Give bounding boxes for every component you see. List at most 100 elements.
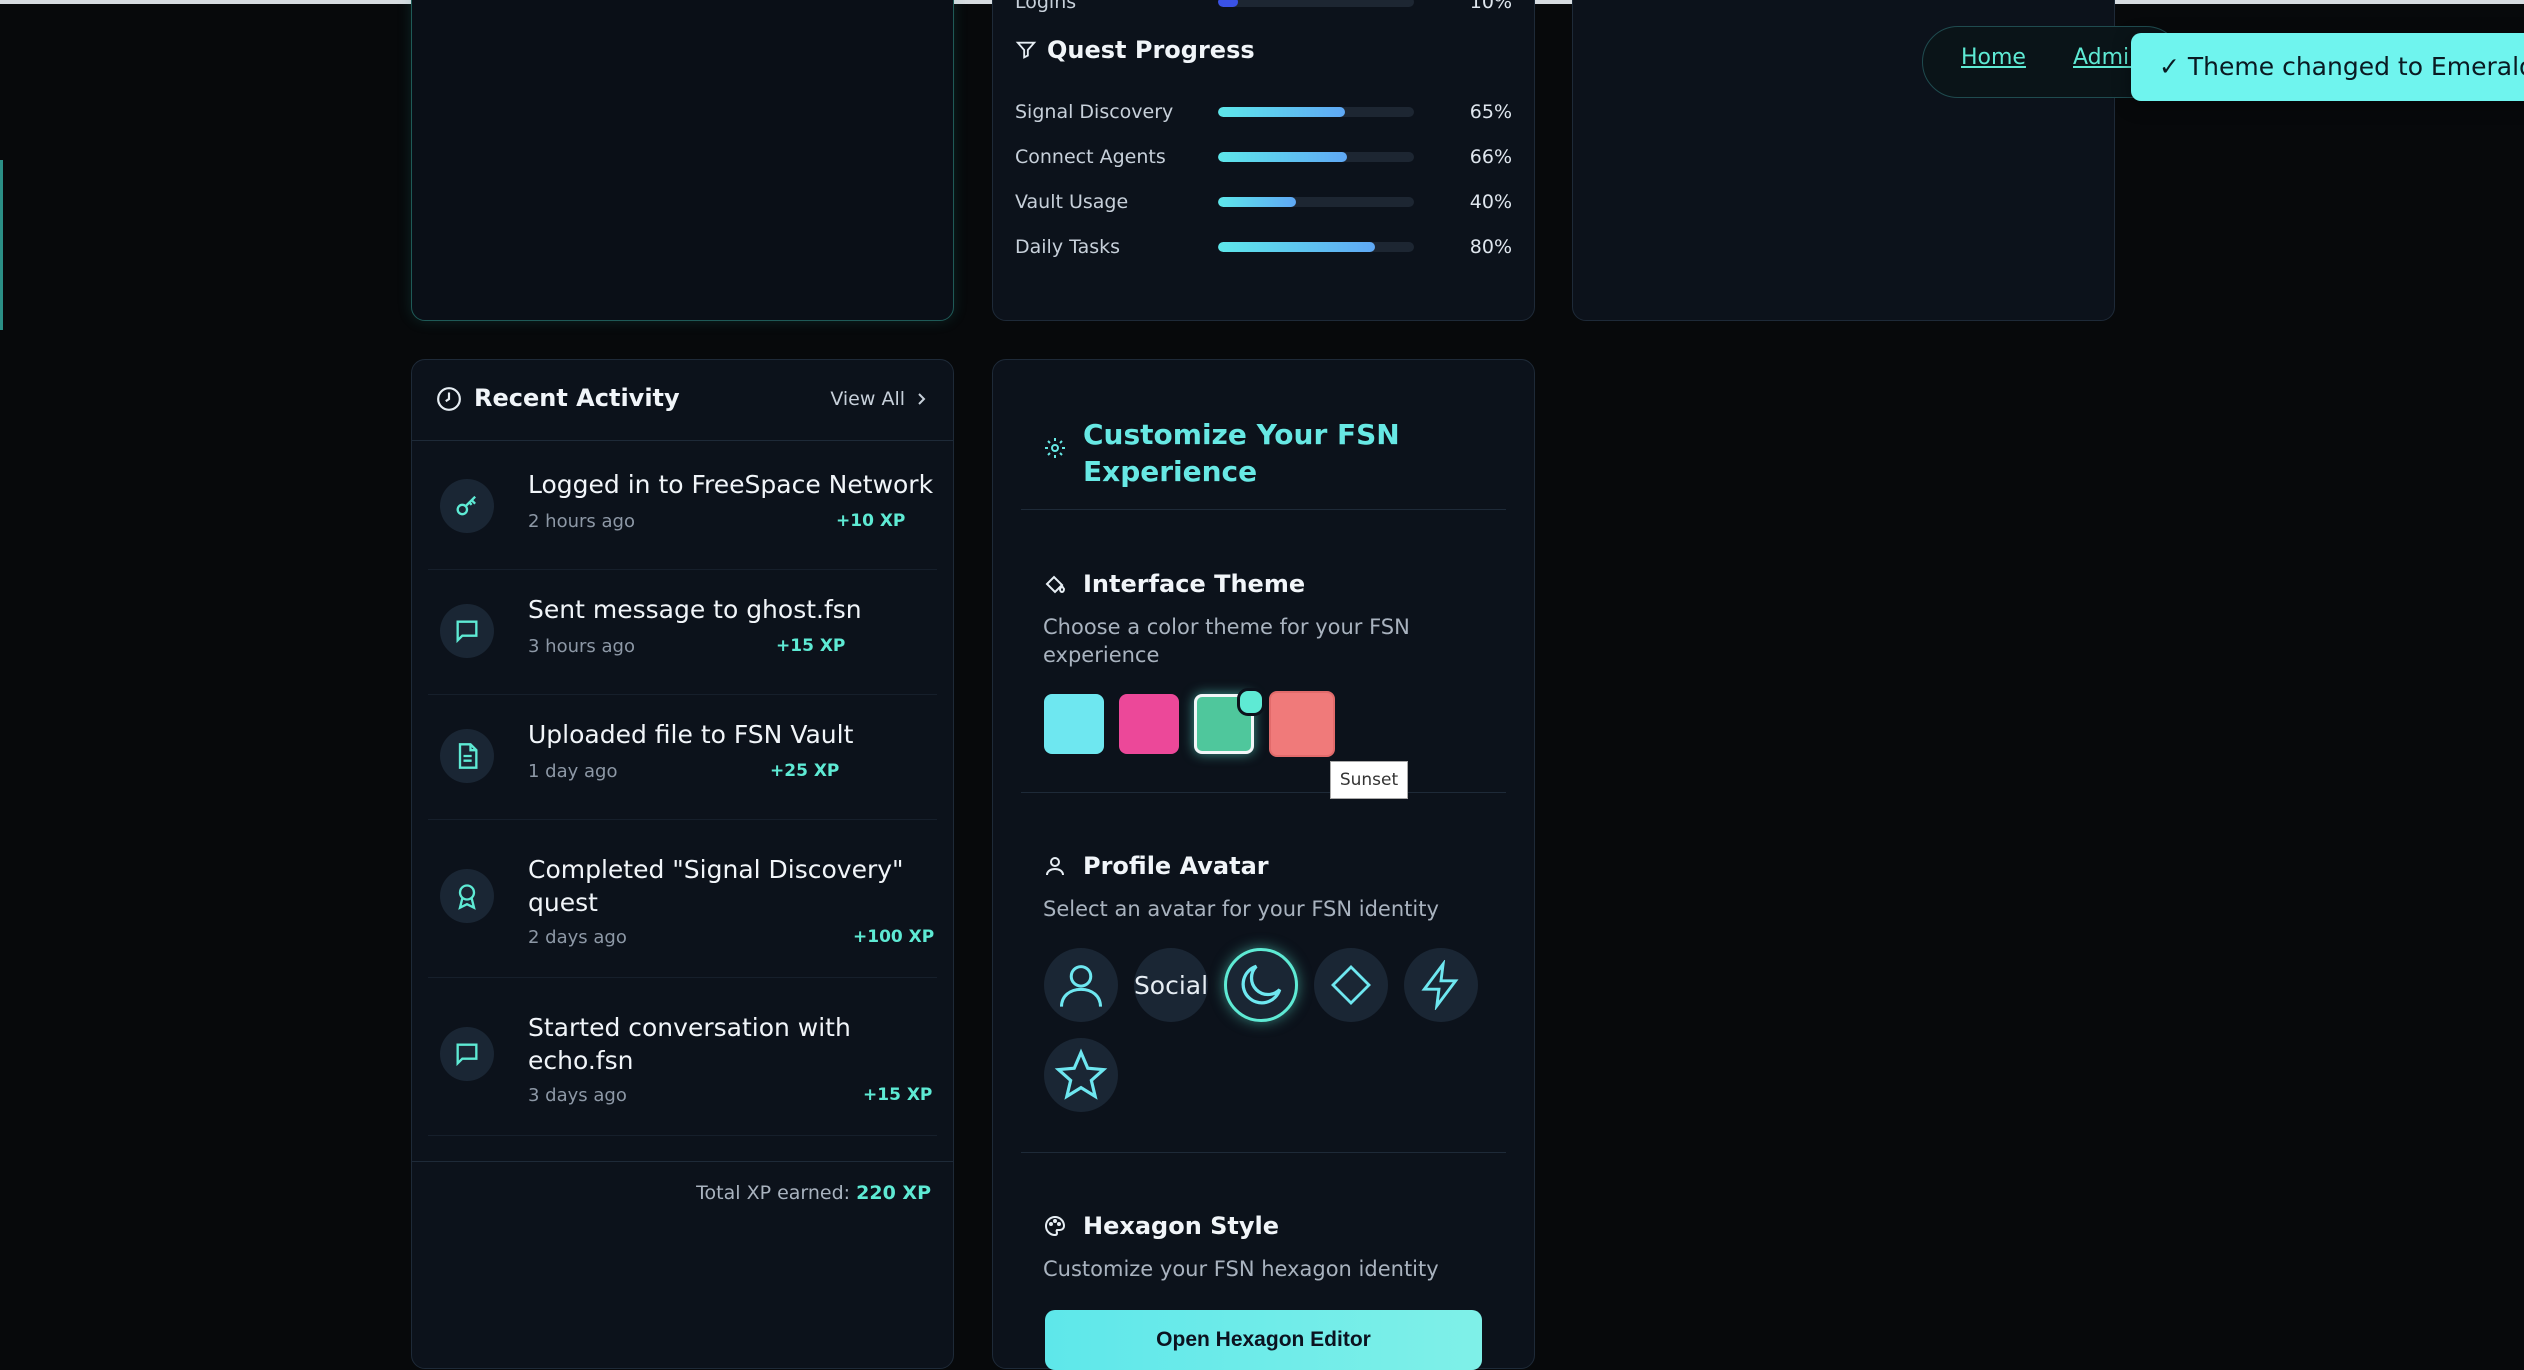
quest-label: Daily Tasks <box>1015 236 1121 258</box>
chevron-right-icon <box>918 393 926 405</box>
hexagon-title: Hexagon Style <box>1083 1212 1280 1240</box>
quest-track <box>1218 197 1414 207</box>
activity-time: 1 day ago <box>528 761 618 782</box>
moon-icon <box>1241 964 1282 1005</box>
message-icon <box>440 1027 494 1081</box>
file-icon <box>440 729 494 783</box>
avatar-description: Select an avatar for your FSN identity <box>1043 897 1439 921</box>
selected-indicator-dot <box>1237 688 1265 716</box>
progress-track <box>1218 0 1414 7</box>
activity-item[interactable]: Logged in to FreeSpace Network 2 hours a… <box>428 444 937 570</box>
key-icon <box>440 479 494 533</box>
stats-panel: Logins 10% Quest Progress Signal Discove… <box>992 0 1535 321</box>
left-edge-accent <box>0 160 3 330</box>
activity-item[interactable]: Completed "Signal Discovery" quest 2 day… <box>428 819 937 978</box>
message-icon <box>440 604 494 658</box>
activity-xp: +100 XP <box>853 927 935 947</box>
activity-text: Sent message to ghost.fsn <box>528 595 862 624</box>
theme-swatch-sunset[interactable] <box>1269 691 1335 757</box>
filter-icon <box>1015 39 1037 61</box>
total-xp-value: 220 XP <box>856 1182 931 1204</box>
hexagon-description: Customize your FSN hexagon identity <box>1043 1257 1439 1281</box>
quest-value: 65% <box>1469 101 1512 123</box>
quest-fill <box>1218 197 1297 207</box>
activity-xp: +15 XP <box>863 1085 933 1105</box>
activity-footer-divider <box>412 1161 953 1162</box>
award-icon <box>440 869 494 923</box>
social-image-icon: Social <box>1133 970 1209 1000</box>
theme-title: Interface Theme <box>1083 570 1306 598</box>
avatar-option-moon[interactable] <box>1224 948 1298 1022</box>
bolt-icon <box>1421 960 1459 1010</box>
quest-row: Connect Agents 66% <box>1015 142 1512 172</box>
theme-swatch-pink[interactable] <box>1119 694 1179 754</box>
activity-text: Uploaded file to FSN Vault <box>528 720 854 749</box>
open-hexagon-editor-button[interactable]: Open Hexagon Editor <box>1045 1310 1482 1370</box>
theme-swatch-cyan[interactable] <box>1044 694 1104 754</box>
user-icon <box>1059 965 1103 1007</box>
activity-title: Recent Activity <box>474 384 680 412</box>
quest-label: Signal Discovery <box>1015 101 1174 123</box>
divider <box>1021 792 1506 793</box>
progress-value: 10% <box>1469 0 1512 13</box>
theme-description: Choose a color theme for your FSN experi… <box>1043 615 1410 667</box>
quest-fill <box>1218 107 1346 117</box>
panel-empty <box>411 0 954 321</box>
quest-fill <box>1218 242 1375 252</box>
progress-row-logins: Logins 10% <box>1015 0 1512 17</box>
activity-text: Logged in to FreeSpace Network <box>528 470 934 499</box>
view-all-label: View All <box>830 388 905 410</box>
total-xp-label: Total XP earned: <box>696 1182 851 1204</box>
gear-icon <box>1043 436 1067 460</box>
toast-notification: ✓ Theme changed to Emerald <box>2131 33 2524 101</box>
progress-fill <box>1218 0 1238 7</box>
activity-xp: +10 XP <box>836 511 906 531</box>
clock-icon <box>436 386 462 412</box>
quest-track <box>1218 107 1414 117</box>
quest-value: 40% <box>1469 191 1512 213</box>
avatar-option-diamond[interactable] <box>1314 948 1388 1022</box>
paint-bucket-icon <box>1043 574 1067 598</box>
user-icon <box>1043 854 1067 878</box>
quest-track <box>1218 242 1414 252</box>
customize-title: Customize Your FSN Experience <box>1083 418 1400 488</box>
quest-label: Vault Usage <box>1015 191 1129 213</box>
avatar-title: Profile Avatar <box>1083 852 1269 880</box>
quest-track <box>1218 152 1414 162</box>
palette-icon <box>1043 1214 1067 1238</box>
quest-value: 80% <box>1469 236 1512 258</box>
progress-label: Logins <box>1015 0 1077 13</box>
customize-panel: Customize Your FSN Experience Interface … <box>992 359 1535 1370</box>
view-all-link[interactable]: View All <box>830 388 927 410</box>
activity-xp: +15 XP <box>776 636 846 656</box>
activity-item[interactable]: Started conversation with echo.fsn 3 day… <box>428 977 937 1136</box>
total-xp: Total XP earned: 220 XP <box>696 1182 931 1204</box>
divider <box>1021 509 1506 510</box>
quest-row: Signal Discovery 65% <box>1015 97 1512 127</box>
quest-value: 66% <box>1469 146 1512 168</box>
activity-time: 2 hours ago <box>528 511 635 532</box>
activity-header: Recent Activity View All <box>412 360 953 441</box>
activity-xp: +25 XP <box>770 761 840 781</box>
recent-activity-panel: Recent Activity View All Logged in to Fr… <box>411 359 954 1369</box>
quest-row: Daily Tasks 80% <box>1015 232 1512 262</box>
avatar-option-user[interactable] <box>1044 948 1118 1022</box>
nav-home-link[interactable]: Home <box>1961 45 2026 70</box>
quest-row: Vault Usage 40% <box>1015 187 1512 217</box>
diamond-icon <box>1331 965 1371 1005</box>
quest-progress-title: Quest Progress <box>1047 36 1255 64</box>
divider <box>1021 1152 1506 1153</box>
activity-text: Started conversation with echo.fsn <box>528 1013 851 1075</box>
star-icon <box>1054 1048 1108 1100</box>
avatar-option-star[interactable] <box>1044 1038 1118 1112</box>
quest-fill <box>1218 152 1348 162</box>
quest-progress-heading: Quest Progress <box>1015 36 1255 64</box>
activity-item[interactable]: Uploaded file to FSN Vault 1 day ago +25… <box>428 694 937 820</box>
activity-time: 3 hours ago <box>528 636 635 657</box>
swatch-tooltip: Sunset <box>1330 761 1408 799</box>
activity-time: 3 days ago <box>528 1085 627 1106</box>
activity-text: Completed "Signal Discovery" quest <box>528 855 904 917</box>
activity-item[interactable]: Sent message to ghost.fsn 3 hours ago +1… <box>428 569 937 695</box>
avatar-option-social[interactable]: Social <box>1134 948 1208 1022</box>
avatar-option-bolt[interactable] <box>1404 948 1478 1022</box>
